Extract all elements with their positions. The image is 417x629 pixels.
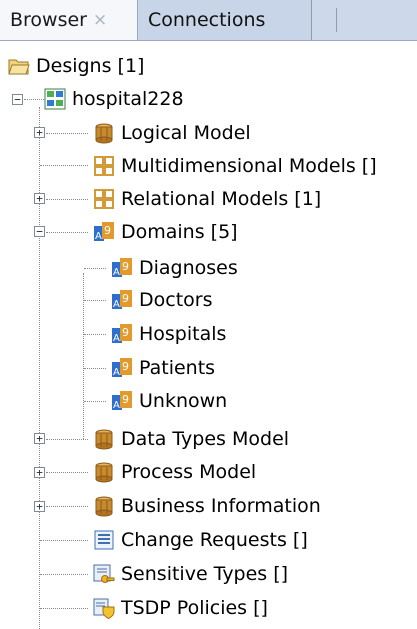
list-icon (94, 530, 114, 550)
domain-icon: A 9 (112, 324, 132, 344)
domain-icon: A 9 (112, 391, 132, 411)
svg-text:A: A (95, 231, 102, 242)
tree-node-hospital228[interactable]: hospital228 (44, 82, 184, 116)
svg-text:A: A (113, 267, 120, 278)
tree-node-domains[interactable]: A 9 Domains [5] (93, 215, 238, 249)
collapse-icon[interactable]: − (12, 94, 23, 105)
tree-node-process-model[interactable]: Process Model (93, 455, 256, 489)
domain-icon: A 9 (112, 258, 132, 278)
tree-node-change-requests[interactable]: Change Requests [] (93, 523, 308, 557)
tree-line (40, 574, 88, 575)
tree-node-sensitive-types[interactable]: Sensitive Types [] (93, 557, 288, 591)
tree-line (46, 232, 88, 233)
tree-line (84, 334, 106, 335)
tree-node-label: Diagnoses (139, 257, 238, 279)
sensitive-key-icon (93, 564, 115, 583)
tree-node-label: Change Requests [] (121, 529, 308, 551)
model-cube-icon (95, 429, 113, 450)
tree-node-domain-patients[interactable]: A 9 Patients (111, 351, 215, 385)
tab-connections-label: Connections (148, 9, 266, 31)
domain-icon: A 9 (112, 290, 132, 310)
tree-node-label: Data Types Model (121, 428, 290, 450)
expand-icon[interactable]: + (34, 433, 45, 444)
tree-node-label: Patients (139, 357, 216, 379)
tree-node-tsdp-policies[interactable]: TSDP Policies [] (93, 591, 268, 625)
design-icon (44, 88, 66, 110)
tree-node-domain-diagnoses[interactable]: A 9 Diagnoses (111, 251, 238, 285)
collapse-icon[interactable]: − (34, 226, 45, 237)
tree-line (46, 199, 88, 200)
tree-line (46, 506, 88, 507)
tree-node-label: Sensitive Types [] (121, 563, 289, 585)
folder-open-icon (8, 59, 30, 75)
tree-node-label: Unknown (139, 390, 228, 412)
close-icon[interactable]: × (93, 10, 107, 30)
tab-bar: Browser × Connections (0, 0, 417, 41)
tree-line (84, 368, 106, 369)
tree-node-multidimensional-models[interactable]: Multidimensional Models [] (93, 149, 377, 183)
tree-line (84, 401, 106, 402)
domain-icon: A 9 (94, 222, 114, 242)
tree-line (84, 300, 106, 301)
svg-text:A: A (113, 400, 120, 411)
model-cube-icon (95, 123, 113, 144)
expand-icon[interactable]: + (34, 127, 45, 138)
tree-node-label: Business Information (121, 495, 321, 517)
svg-text:9: 9 (122, 292, 129, 305)
tree-node-domain-doctors[interactable]: A 9 Doctors (111, 283, 213, 317)
tree-node-label: Hospitals (139, 323, 227, 345)
tree-node-designs[interactable]: Designs [1] (8, 49, 144, 83)
expand-icon[interactable]: + (34, 467, 45, 478)
tree-line (39, 107, 40, 629)
svg-text:9: 9 (122, 393, 129, 406)
tree-node-label: Doctors (139, 289, 213, 311)
tree-node-label: Process Model (121, 461, 257, 483)
svg-text:9: 9 (122, 360, 129, 373)
svg-text:9: 9 (104, 224, 111, 237)
svg-text:A: A (113, 299, 120, 310)
tree-node-label: hospital228 (72, 88, 184, 110)
svg-text:9: 9 (122, 260, 129, 273)
policy-shield-icon (93, 598, 115, 619)
tree-node-relational-models[interactable]: Relational Models [1] (93, 182, 321, 216)
tree-node-label: Domains [5] (121, 221, 238, 243)
tree-line (40, 540, 88, 541)
tree-line (40, 165, 88, 166)
tree-node-label: TSDP Policies [] (121, 597, 268, 619)
svg-text:A: A (113, 367, 120, 378)
tree-node-label: Multidimensional Models [] (121, 155, 377, 177)
tree-node-label: Logical Model (121, 122, 251, 144)
grid-models-icon (94, 156, 114, 176)
svg-text:A: A (113, 333, 120, 344)
tree-node-data-types-model[interactable]: Data Types Model (93, 422, 289, 456)
tree-node-domain-hospitals[interactable]: A 9 Hospitals (111, 317, 226, 351)
expand-icon[interactable]: + (34, 193, 45, 204)
tab-browser[interactable]: Browser × (0, 0, 138, 40)
svg-text:9: 9 (122, 326, 129, 339)
tab-divider (336, 8, 337, 32)
domain-icon: A 9 (112, 358, 132, 378)
tree-line (46, 133, 88, 134)
expand-icon[interactable]: + (34, 501, 45, 512)
tree-node-business-information[interactable]: Business Information (93, 489, 321, 523)
tree-node-domain-unknown[interactable]: A 9 Unknown (111, 384, 227, 418)
tree-line (24, 99, 44, 100)
tree-node-label: Designs [1] (36, 55, 145, 77)
model-cube-icon (95, 496, 113, 517)
model-cube-icon (95, 462, 113, 483)
tree-line (84, 268, 106, 269)
tree-node-logical-model[interactable]: Logical Model (93, 116, 251, 150)
tab-browser-label: Browser (10, 9, 87, 31)
browser-tree: Designs [1] − hospital228 + Logical Mode… (0, 41, 417, 629)
tree-line (46, 472, 88, 473)
tab-connections[interactable]: Connections (138, 0, 312, 40)
tree-line (83, 273, 84, 439)
tree-node-label: Relational Models [1] (121, 188, 322, 210)
tree-line (46, 439, 88, 440)
tree-line (40, 608, 88, 609)
grid-models-icon (94, 189, 114, 209)
